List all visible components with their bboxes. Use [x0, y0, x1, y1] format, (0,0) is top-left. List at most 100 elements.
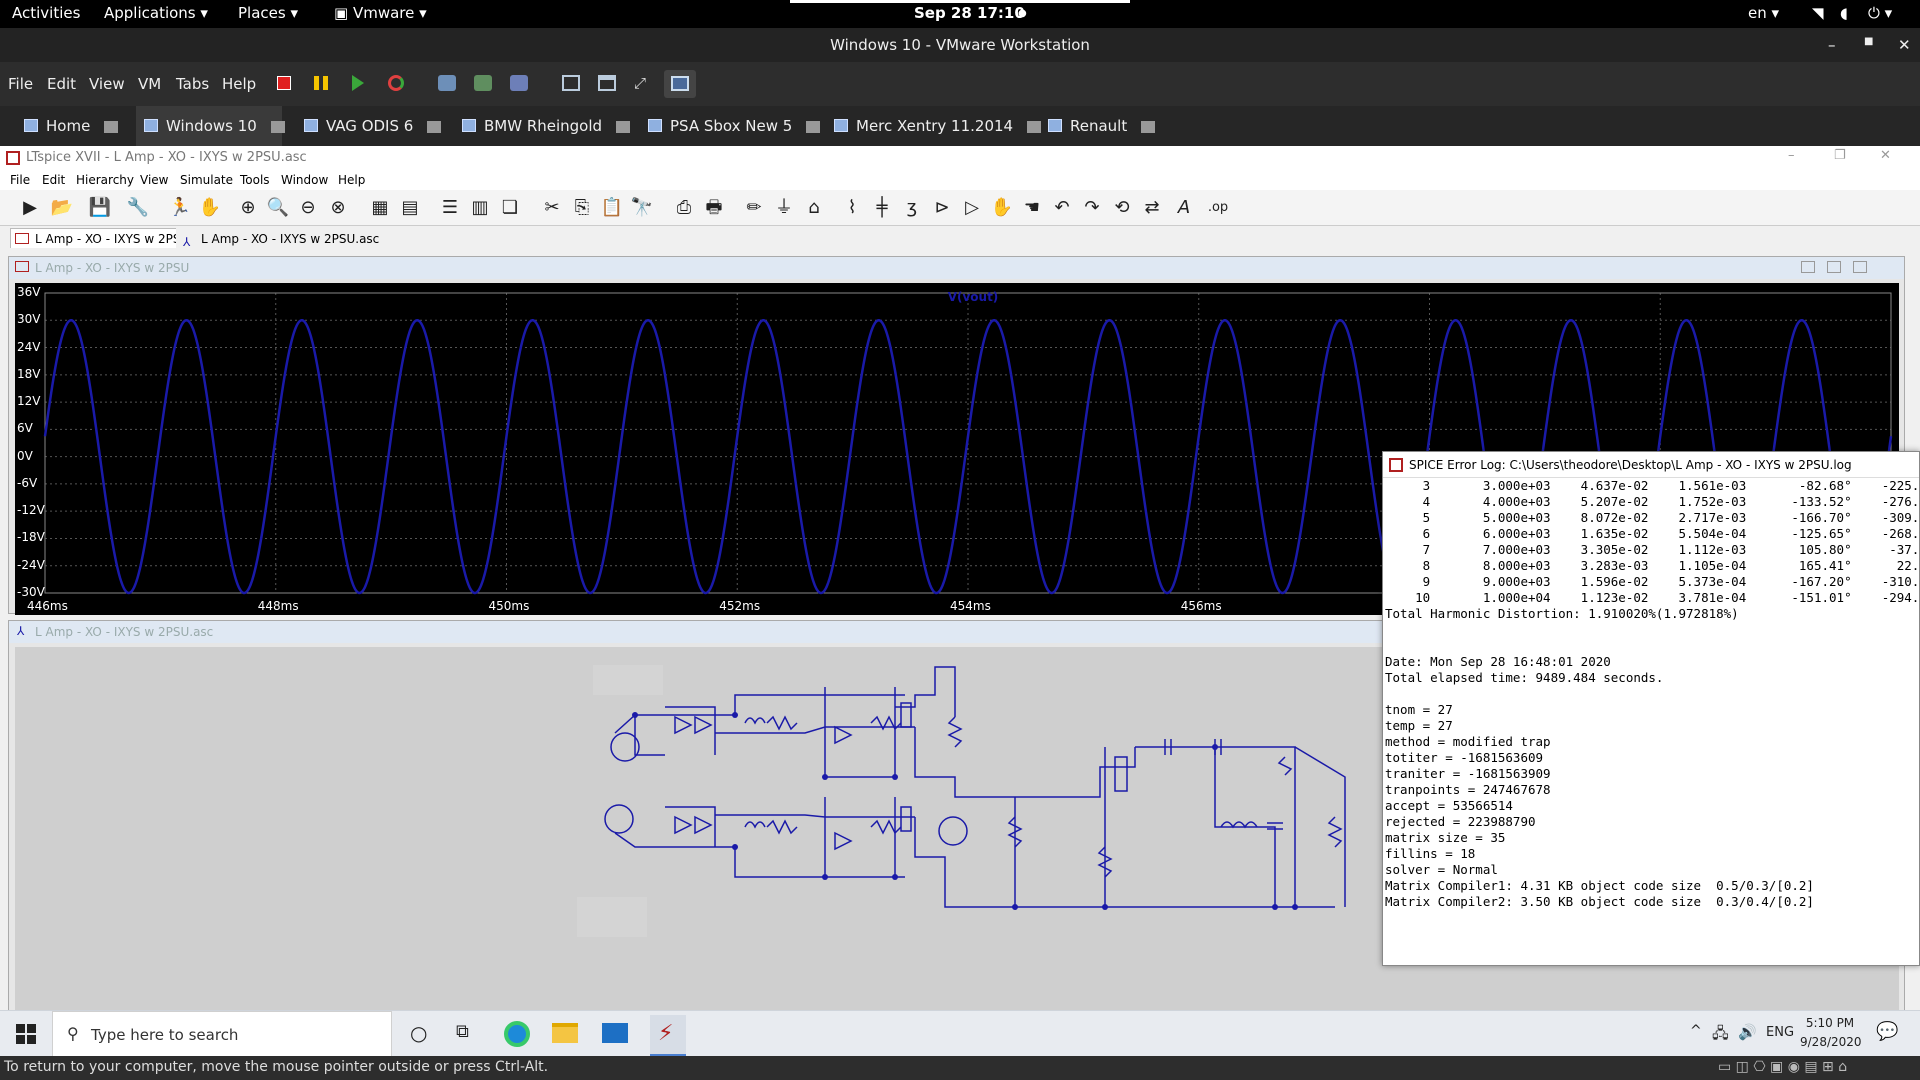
doc-tab-schematic[interactable]: ⅄ L Amp - XO - IXYS w 2PSU.asc [176, 228, 387, 249]
taskbar-search-box[interactable]: ⚲ Type here to search [52, 1011, 392, 1057]
open-icon[interactable]: 📂 [50, 196, 74, 220]
move-icon[interactable]: ✋ [990, 196, 1014, 220]
language-indicator[interactable]: en ▾ [1748, 4, 1779, 22]
unity-button[interactable] [664, 70, 696, 98]
lt-menu-simulate[interactable]: Simulate [180, 173, 233, 187]
taskbar-date[interactable]: 9/28/2020 [1800, 1035, 1862, 1049]
mail-icon[interactable] [602, 1023, 628, 1043]
run-sim-icon[interactable]: 🏃 [168, 196, 192, 220]
show-library-icon[interactable] [562, 75, 580, 91]
taskbar-ltspice-button[interactable]: ⚡ [650, 1015, 686, 1057]
wire-icon[interactable]: ✏ [742, 196, 766, 220]
edge-icon[interactable] [504, 1021, 530, 1047]
control-panel-icon[interactable]: 🔧 [126, 196, 150, 220]
component-icon[interactable]: ▷ [960, 196, 984, 220]
menu-file[interactable]: File [8, 75, 33, 93]
thumbnail-bar-icon[interactable] [598, 75, 616, 91]
lt-menu-hierarchy[interactable]: Hierarchy [76, 173, 134, 187]
tab-renault[interactable]: Renault [1040, 106, 1160, 146]
tab-close-icon[interactable] [616, 120, 631, 133]
places-menu[interactable]: Places ▾ [238, 4, 298, 22]
tab-close-icon[interactable] [104, 120, 119, 133]
revert-snapshot-icon[interactable] [474, 75, 492, 91]
activities-button[interactable]: Activities [12, 4, 80, 22]
tab-merc-xentry[interactable]: Merc Xentry 11.2014 [826, 106, 1042, 146]
input-language[interactable]: ENG [1766, 1025, 1794, 1040]
ground-icon[interactable]: ⏚ [772, 196, 796, 220]
resistor-icon[interactable]: ⌇ [840, 196, 864, 220]
menu-help[interactable]: Help [222, 75, 256, 93]
reset-icon[interactable] [388, 75, 404, 91]
device-icons[interactable]: ▭ ◫ ⎔ ▣ ◉ ▤ ⊞ ⌂ [1718, 1059, 1847, 1075]
tab-close-icon[interactable] [1141, 120, 1156, 133]
lt-menu-help[interactable]: Help [338, 173, 365, 187]
wifi-icon[interactable]: ◥ [1812, 4, 1824, 22]
power-icon[interactable]: ⏻ ▾ [1868, 4, 1892, 22]
tab-bmw-rheingold[interactable]: BMW Rheingold [454, 106, 631, 146]
full-screen-icon[interactable]: ⤢ [634, 75, 652, 91]
ltspice-close-icon[interactable]: ✕ [1880, 148, 1891, 163]
maximize-icon[interactable]: ■ [1864, 36, 1873, 47]
spice-error-log[interactable]: SPICE Error Log: C:\Users\theodore\Deskt… [1382, 451, 1920, 966]
diode-icon[interactable]: ⊳ [930, 196, 954, 220]
tab-home[interactable]: Home [16, 106, 130, 146]
action-center-icon[interactable]: 💬 [1876, 1021, 1898, 1042]
zoom-pan-icon[interactable]: 🔍 [266, 196, 290, 220]
tab-close-icon[interactable] [1027, 120, 1042, 133]
copy-icon[interactable]: ⎘ [570, 196, 594, 220]
lt-menu-edit[interactable]: Edit [42, 173, 65, 187]
inductor-icon[interactable]: ʒ [900, 196, 924, 220]
menu-vm[interactable]: VM [138, 75, 161, 93]
tile-horizontal-icon[interactable]: ☰ [438, 196, 462, 220]
label-net-icon[interactable]: ⌂ [802, 196, 826, 220]
zoom-in-icon[interactable]: ⊕ [236, 196, 260, 220]
volume-icon[interactable]: ◖ [1840, 4, 1848, 22]
speaker-icon[interactable]: 🔊 [1738, 1023, 1757, 1041]
lt-menu-view[interactable]: View [140, 173, 168, 187]
clock[interactable]: Sep 28 17:10 [914, 4, 1025, 22]
tab-close-icon[interactable] [270, 120, 285, 133]
cascade-icon[interactable]: ❏ [498, 196, 522, 220]
vmware-app-menu[interactable]: ▣ Vmware ▾ [334, 4, 427, 22]
doc-tab-waveform[interactable]: L Amp - XO - IXYS w 2PSU [10, 228, 197, 248]
network-icon[interactable]: 🖧 [1712, 1023, 1729, 1048]
applications-menu[interactable]: Applications ▾ [104, 4, 208, 22]
minimize-icon[interactable]: – [1828, 36, 1836, 54]
suspend-icon[interactable] [314, 76, 328, 90]
autorange-icon[interactable]: ▦ [368, 196, 392, 220]
power-off-icon[interactable] [277, 76, 291, 90]
taskbar-time[interactable]: 5:10 PM [1800, 1016, 1860, 1030]
lt-menu-window[interactable]: Window [281, 173, 328, 187]
paste-icon[interactable]: 📋 [600, 196, 624, 220]
capacitor-icon[interactable]: ╪ [870, 196, 894, 220]
print-icon[interactable]: 🖶 [702, 196, 726, 220]
menu-edit[interactable]: Edit [47, 75, 76, 93]
waveform-minimize-icon[interactable] [1801, 261, 1815, 273]
undo-icon[interactable]: ↶ [1050, 196, 1074, 220]
lt-menu-tools[interactable]: Tools [240, 173, 270, 187]
mirror-icon[interactable]: ⇄ [1140, 196, 1164, 220]
windows-start-icon[interactable] [16, 1024, 36, 1044]
zoom-fit-icon[interactable]: ⊗ [326, 196, 350, 220]
task-view-icon[interactable]: ⧉ [456, 1021, 469, 1042]
close-icon[interactable]: ✕ [1898, 36, 1911, 54]
rotate-icon[interactable]: ⟲ [1110, 196, 1134, 220]
snapshot-icon[interactable] [438, 75, 456, 91]
drag-icon[interactable]: ☚ [1020, 196, 1044, 220]
tab-vag-odis[interactable]: VAG ODIS 6 [296, 106, 442, 146]
redo-icon[interactable]: ↷ [1080, 196, 1104, 220]
find-icon[interactable]: 🔭 [630, 196, 654, 220]
text-icon[interactable]: A [1172, 196, 1196, 220]
snapshot-manager-icon[interactable] [510, 75, 528, 91]
menu-view[interactable]: View [89, 75, 125, 93]
tab-close-icon[interactable] [806, 120, 821, 133]
tab-close-icon[interactable] [427, 120, 442, 133]
delete-trace-icon[interactable]: ▤ [398, 196, 422, 220]
power-on-icon[interactable] [352, 75, 364, 91]
menu-tabs[interactable]: Tabs [176, 75, 209, 93]
file-explorer-icon[interactable] [552, 1023, 578, 1043]
waveform-close-icon[interactable] [1853, 261, 1867, 273]
cortana-icon[interactable]: ○ [410, 1021, 427, 1045]
tile-vertical-icon[interactable]: ▥ [468, 196, 492, 220]
tab-windows-10[interactable]: Windows 10 [136, 106, 285, 146]
